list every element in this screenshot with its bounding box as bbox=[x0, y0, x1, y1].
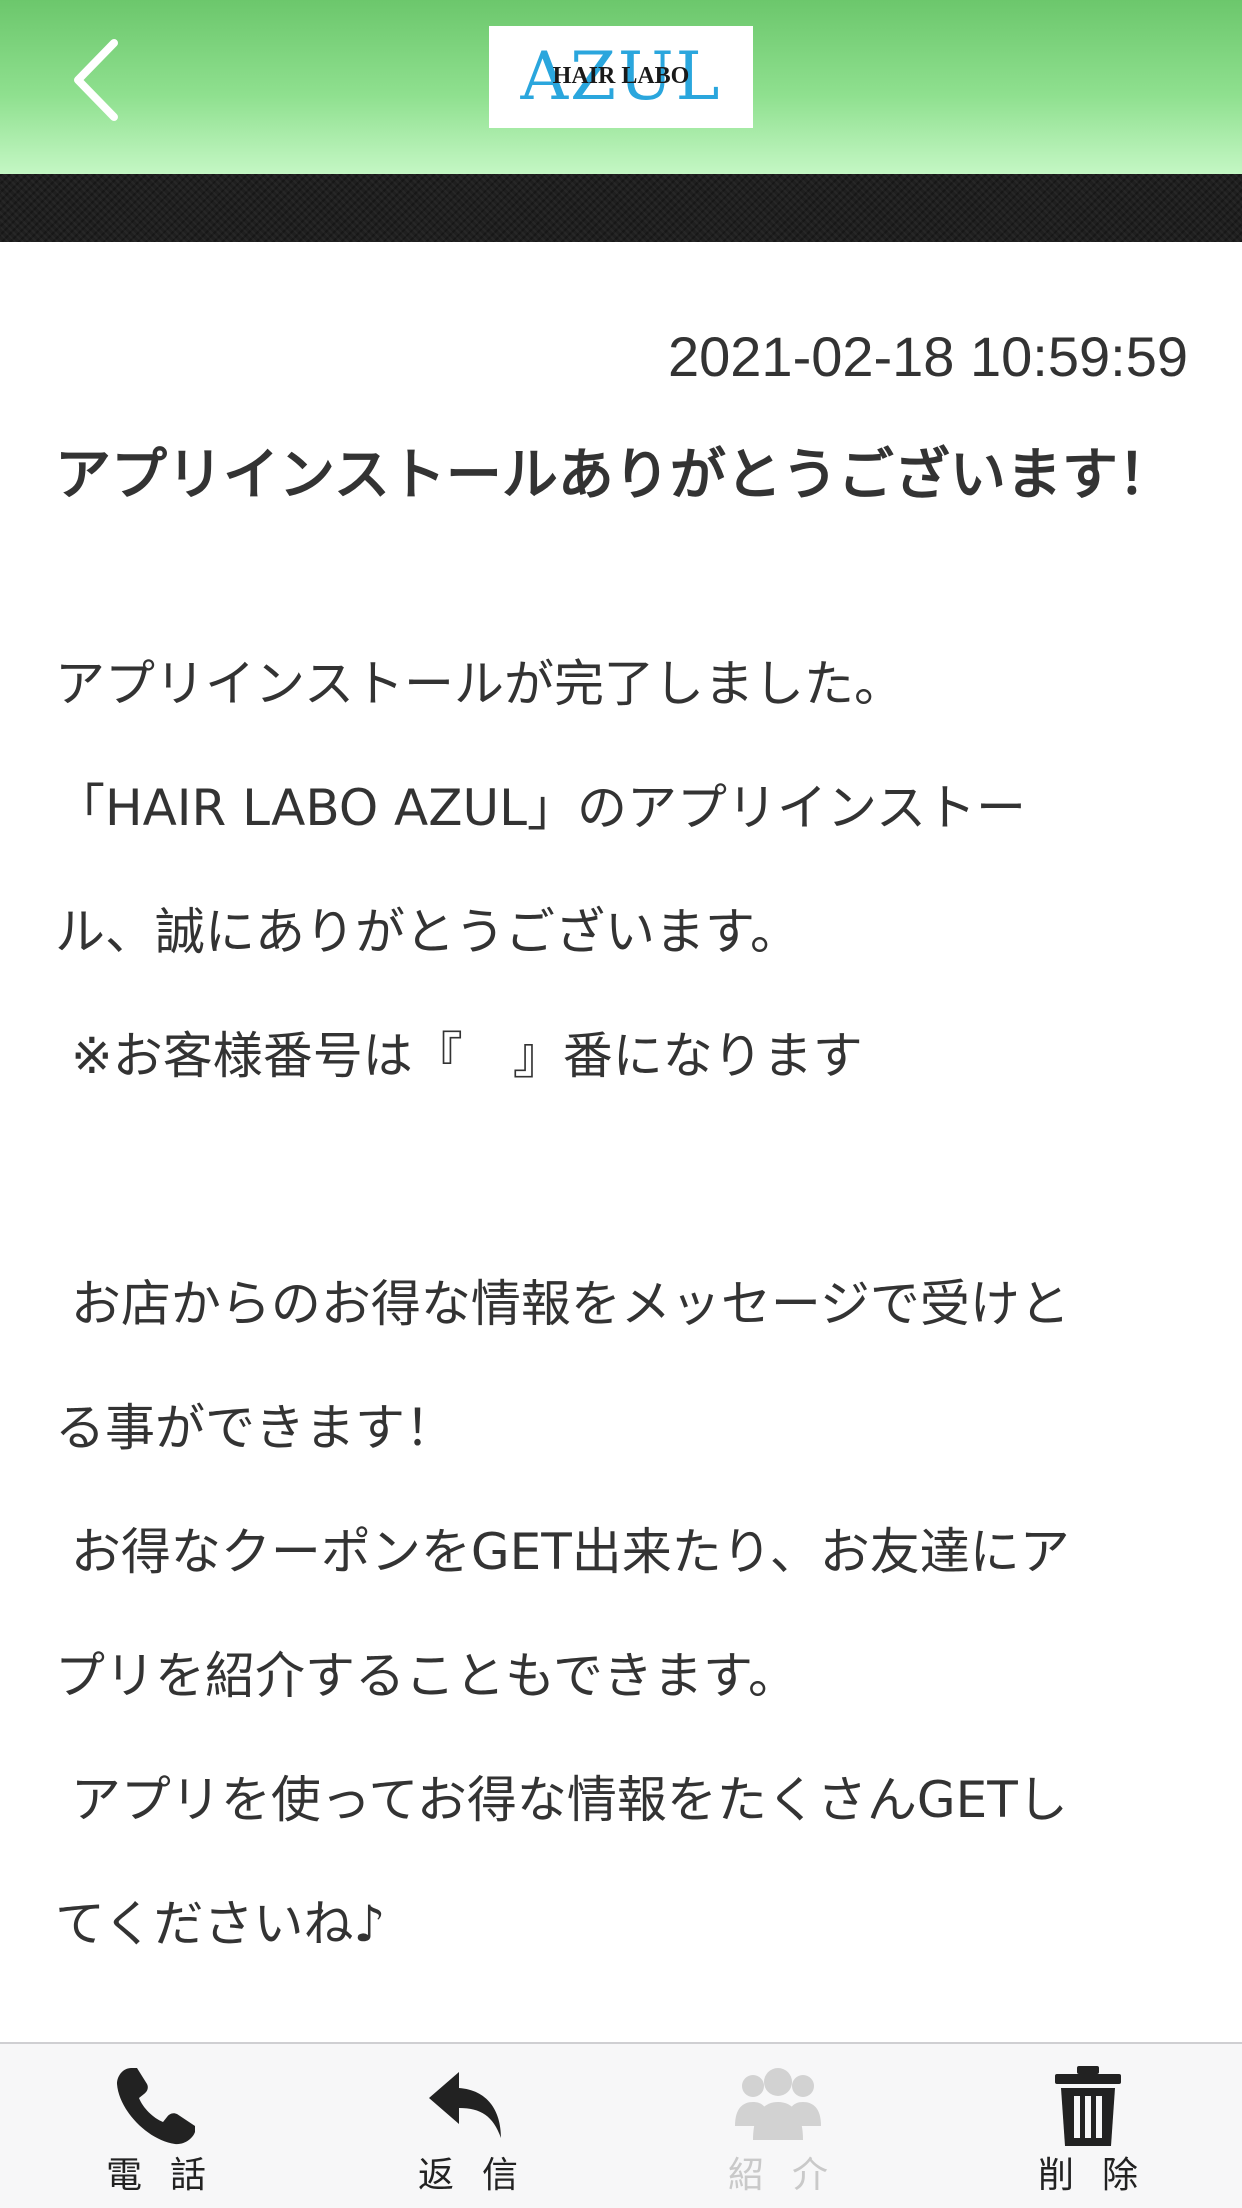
message-body-line bbox=[55, 1118, 1195, 1242]
message-body-line: アプリインストールが完了しました。 bbox=[55, 655, 904, 713]
tab-reply-label: 返信 bbox=[417, 2155, 546, 2196]
app-header: AZUL HAIR LABO bbox=[0, 0, 1242, 174]
trash-icon bbox=[1055, 2066, 1121, 2146]
tab-introduce-label: 紹介 bbox=[727, 2155, 856, 2196]
message-timestamp: 2021-02-18 10:59:59 bbox=[668, 325, 1188, 388]
logo-sub-text: HAIR LABO bbox=[552, 63, 690, 89]
tab-phone[interactable]: 電話 bbox=[56, 2044, 256, 2208]
message-detail: 2021-02-18 10:59:59 アプリインストールありがとうございます！… bbox=[0, 242, 1242, 2042]
tab-introduce[interactable]: 紹介 bbox=[678, 2044, 878, 2208]
tab-delete-label: 削除 bbox=[1037, 2155, 1166, 2196]
message-title: アプリインストールありがとうございます！ bbox=[55, 443, 1174, 508]
tab-delete[interactable]: 削除 bbox=[988, 2044, 1188, 2208]
tab-phone-label: 電話 bbox=[105, 2155, 234, 2196]
message-body-line: お店からのお得な情報をメッセージで受けと bbox=[55, 1275, 1070, 1333]
phone-icon bbox=[117, 2068, 195, 2145]
message-body-line: プリを紹介することもできます。 bbox=[55, 1647, 798, 1705]
message-body-line: てくださいね♪ bbox=[55, 1895, 386, 1953]
message-body: アプリインストールが完了しました。 「HAIR LABO AZUL」のアプリイン… bbox=[55, 622, 1195, 1986]
tab-reply[interactable]: 返信 bbox=[368, 2044, 568, 2208]
brand-logo: AZUL HAIR LABO bbox=[489, 26, 753, 128]
message-body-line: お得なクーポンをGET出来たり、お友達にア bbox=[55, 1523, 1070, 1581]
message-body-line: ル、誠にありがとうございます。 bbox=[55, 903, 800, 961]
message-body-line: 「HAIR LABO AZUL」のアプリインストー bbox=[55, 779, 1026, 837]
header-texture-band bbox=[0, 174, 1242, 242]
group-icon bbox=[735, 2068, 821, 2140]
message-body-line: る事ができます！ bbox=[55, 1399, 455, 1457]
reply-icon bbox=[429, 2072, 501, 2138]
bottom-tab-bar: 電話 返信 紹介 削除 bbox=[0, 2042, 1242, 2208]
message-body-line: アプリを使ってお得な情報をたくさんGETし bbox=[55, 1771, 1068, 1829]
chevron-left-icon bbox=[74, 39, 118, 121]
message-body-line: ※お客様番号は『 』番になります bbox=[55, 1027, 863, 1085]
back-button[interactable] bbox=[56, 30, 136, 130]
